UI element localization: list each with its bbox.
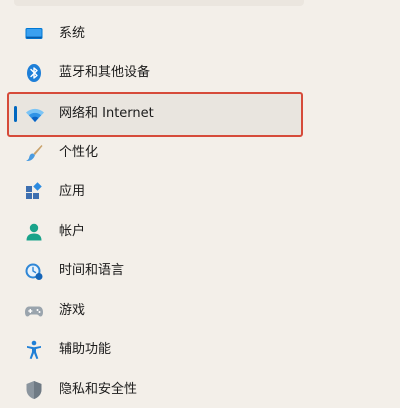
sidebar-item-accessibility[interactable]: 辅助功能 bbox=[14, 332, 304, 368]
sidebar-item-partial[interactable] bbox=[14, 0, 304, 6]
sidebar-item-label: 个性化 bbox=[59, 145, 99, 160]
personalization-brush-icon bbox=[24, 143, 44, 163]
sidebar-item-label: 网络和 Internet bbox=[59, 106, 154, 121]
sidebar-item-personalization[interactable]: 个性化 bbox=[14, 135, 304, 171]
gamepad-icon bbox=[24, 301, 44, 321]
sidebar-item-apps[interactable]: 应用 bbox=[14, 174, 304, 210]
accessibility-icon bbox=[24, 340, 44, 360]
sidebar-item-label: 帐户 bbox=[59, 224, 86, 239]
sidebar-item-label: 游戏 bbox=[59, 303, 86, 318]
settings-sidebar-nav: 系统 蓝牙和其他设备 网络和 Internet 个性化 应用 帐户 时间和语言 … bbox=[0, 0, 400, 400]
sidebar-item-accounts[interactable]: 帐户 bbox=[14, 214, 304, 250]
sidebar-item-label: 辅助功能 bbox=[59, 342, 112, 357]
sidebar-item-privacy-security[interactable]: 隐私和安全性 bbox=[14, 372, 304, 408]
sidebar-item-label: 应用 bbox=[59, 184, 86, 199]
apps-icon bbox=[24, 182, 44, 202]
shield-icon bbox=[24, 380, 44, 400]
sidebar-item-time-language[interactable]: 时间和语言 bbox=[14, 253, 304, 289]
sidebar-item-label: 隐私和安全性 bbox=[59, 382, 138, 397]
wifi-icon bbox=[25, 105, 45, 125]
system-icon bbox=[24, 24, 44, 44]
sidebar-item-network-internet[interactable]: 网络和 Internet bbox=[7, 92, 303, 137]
sidebar-item-bluetooth[interactable]: 蓝牙和其他设备 bbox=[14, 55, 304, 91]
account-person-icon bbox=[24, 222, 44, 242]
sidebar-item-label: 蓝牙和其他设备 bbox=[59, 65, 151, 80]
bluetooth-icon bbox=[24, 63, 44, 83]
sidebar-item-system[interactable]: 系统 bbox=[14, 16, 304, 52]
selection-indicator bbox=[14, 106, 17, 122]
sidebar-item-label: 时间和语言 bbox=[59, 263, 125, 278]
sidebar-item-label: 系统 bbox=[59, 26, 86, 41]
time-language-globe-icon bbox=[24, 261, 44, 281]
sidebar-item-gaming[interactable]: 游戏 bbox=[14, 293, 304, 329]
